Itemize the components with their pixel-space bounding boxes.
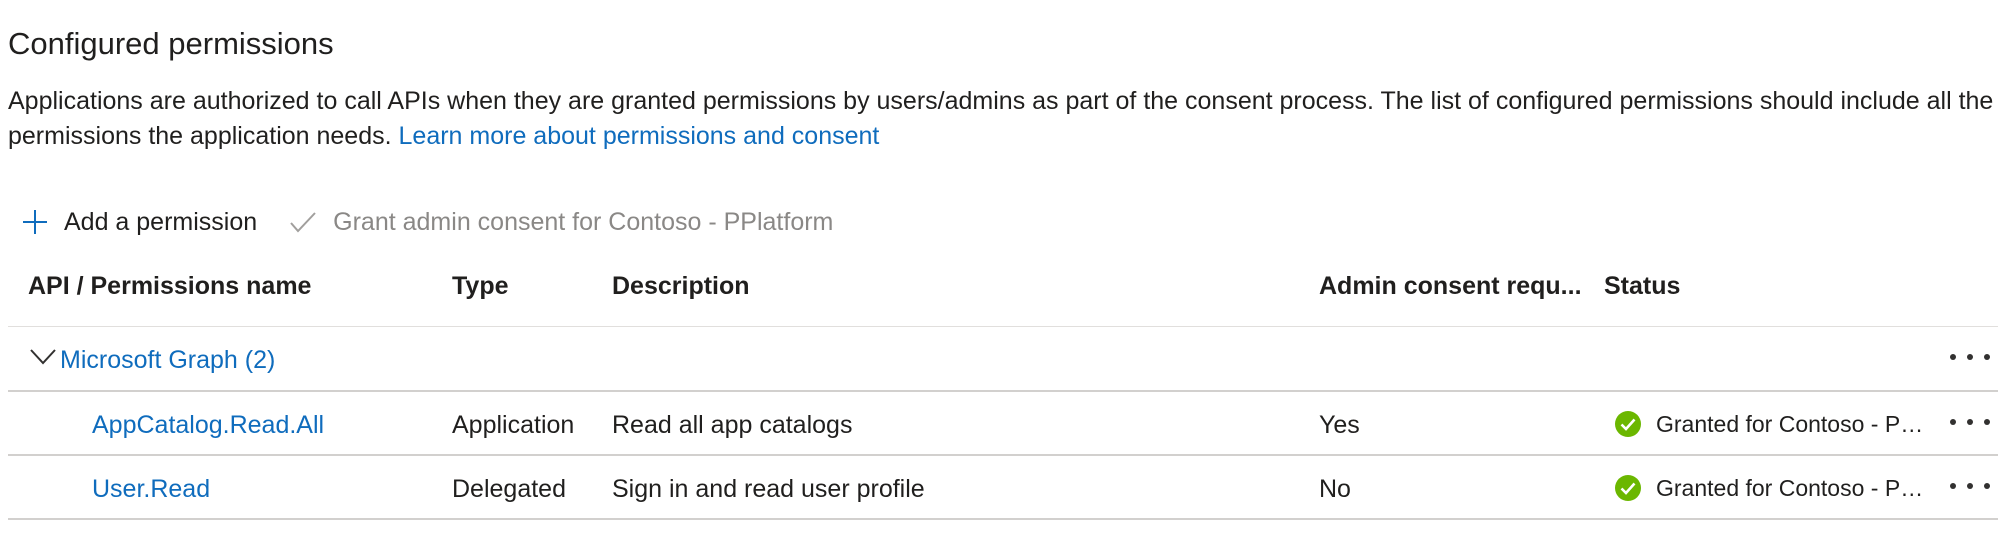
checkmark-icon — [290, 212, 316, 233]
column-header-admin-consent[interactable]: Admin consent requ... — [1319, 272, 1582, 301]
row-more-options-button[interactable] — [1950, 474, 1990, 498]
column-header-description[interactable]: Description — [612, 272, 750, 301]
status-text: Granted for Contoso - PPlatform — [1656, 410, 1926, 437]
status-cell: Granted for Contoso - PPlatform — [1614, 474, 1926, 502]
table-row: AppCatalog.Read.All Application Read all… — [8, 392, 1998, 456]
permission-type: Application — [452, 411, 575, 439]
column-header-status[interactable]: Status — [1604, 272, 1680, 301]
status-cell: Granted for Contoso - PPlatform — [1614, 410, 1926, 438]
table-header: API / Permissions name Type Description … — [8, 262, 1998, 327]
description-text: Applications are authorized to call APIs… — [8, 87, 1994, 150]
add-permission-button[interactable]: Add a permission — [22, 208, 257, 237]
check-circle-icon — [1615, 475, 1641, 501]
learn-more-link[interactable]: Learn more about permissions and consent — [399, 122, 880, 150]
permission-description: Sign in and read user profile — [612, 475, 925, 503]
column-header-type[interactable]: Type — [452, 272, 509, 301]
check-circle-icon — [1615, 411, 1641, 437]
permission-name-link[interactable]: User.Read — [92, 475, 210, 504]
permission-type: Delegated — [452, 475, 566, 503]
command-bar: Add a permission Grant admin consent for… — [22, 200, 833, 244]
chevron-down-icon[interactable] — [30, 349, 56, 365]
add-permission-label: Add a permission — [64, 207, 258, 236]
grant-admin-consent-button[interactable]: Grant admin consent for Contoso - PPlatf… — [289, 208, 833, 237]
grant-admin-consent-label: Grant admin consent for Contoso - PPlatf… — [333, 207, 834, 236]
column-header-name[interactable]: API / Permissions name — [28, 272, 311, 301]
permission-description: Read all app catalogs — [612, 411, 853, 439]
permissions-table: API / Permissions name Type Description … — [8, 262, 1998, 520]
page-title: Configured permissions — [8, 26, 334, 61]
group-label[interactable]: Microsoft Graph (2) — [60, 346, 275, 375]
permission-name-link[interactable]: AppCatalog.Read.All — [92, 411, 324, 440]
row-more-options-button[interactable] — [1950, 410, 1990, 434]
table-row: User.Read Delegated Sign in and read use… — [8, 456, 1998, 520]
admin-consent-required: Yes — [1319, 411, 1360, 439]
admin-consent-required: No — [1319, 475, 1351, 503]
plus-icon — [23, 210, 47, 234]
page-description: Applications are authorized to call APIs… — [8, 84, 1998, 154]
status-text: Granted for Contoso - PPlatform — [1656, 474, 1926, 501]
group-more-options-button[interactable] — [1950, 345, 1990, 369]
configured-permissions-page: Configured permissions Applications are … — [0, 0, 2008, 544]
group-row-microsoft-graph[interactable]: Microsoft Graph (2) — [8, 327, 1998, 392]
